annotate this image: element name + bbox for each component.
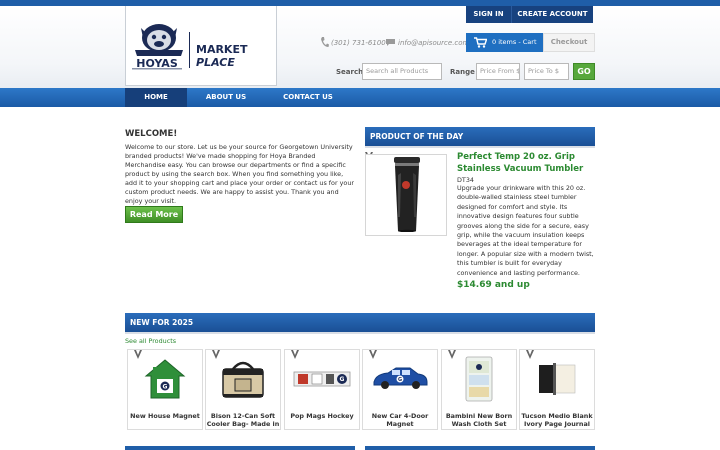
product-title: Bison 12-Can Soft Cooler Bag- Made in <box>206 412 280 429</box>
read-more-button[interactable]: Read More <box>125 206 183 223</box>
phone-icon <box>321 37 329 47</box>
shopping-cart-icon <box>474 37 487 48</box>
product-thumbnail: G <box>128 350 202 408</box>
product-card[interactable]: G New House Magnet <box>127 349 203 430</box>
account-bar: SIGN IN CREATE ACCOUNT <box>466 6 593 23</box>
email-address[interactable]: info@apisource.com <box>398 39 469 47</box>
next-section-bar <box>125 446 355 450</box>
product-card[interactable]: Bambini New Born Wash Cloth Set <box>441 349 517 430</box>
price-to-input[interactable]: Price To $ <box>524 63 569 80</box>
see-all-products-link[interactable]: See all Products <box>125 337 176 345</box>
product-name[interactable]: Perfect Temp 20 oz. Grip Stainless Vacuu… <box>457 151 595 175</box>
product-thumbnail <box>520 350 594 408</box>
product-sku: DT34 <box>457 176 474 184</box>
create-account-link[interactable]: CREATE ACCOUNT <box>512 6 593 23</box>
product-thumbnail <box>206 350 280 408</box>
search-label: Search <box>336 68 364 76</box>
product-thumbnail: G <box>363 350 437 408</box>
product-title: New Car 4-Door Magnet <box>371 412 429 429</box>
product-thumbnail <box>442 350 516 408</box>
marketplace-line1: MARKET <box>196 43 248 56</box>
go-button[interactable]: GO <box>573 63 595 80</box>
tumbler-image[interactable] <box>392 157 422 232</box>
product-card[interactable]: G New Car 4-Door Magnet <box>362 349 438 430</box>
product-title: New House Magnet <box>130 412 200 420</box>
bulldog-mascot-icon: HOYAS <box>132 24 183 70</box>
search-input[interactable]: Search all Products <box>362 63 442 80</box>
product-card[interactable]: Bison 12-Can Soft Cooler Bag- Made in <box>205 349 281 430</box>
main-nav: HOME ABOUT US CONTACT US <box>0 88 720 107</box>
product-card[interactable]: Tucson Medio Blank Ivory Page Journal <box>519 349 595 430</box>
nav-contact-us[interactable]: CONTACT US <box>265 88 351 107</box>
new-products-heading: NEW FOR 2025 <box>125 313 595 332</box>
product-description: Upgrade your drinkware with this 20 oz. … <box>457 184 594 277</box>
cart-label: 0 items - Cart <box>492 38 537 46</box>
svg-text:G: G <box>163 384 168 391</box>
product-title: Bambini New Born Wash Cloth Set <box>445 412 513 429</box>
section-divider <box>125 332 595 334</box>
next-section-bar <box>365 446 595 450</box>
product-title: Tucson Medio Blank Ivory Page Journal <box>521 412 593 429</box>
chat-icon <box>386 39 395 46</box>
welcome-heading: WELCOME! <box>125 129 178 139</box>
site-logo[interactable]: HOYAS MARKET PLACE <box>125 6 277 86</box>
product-of-the-day-heading: PRODUCT OF THE DAY <box>365 127 595 146</box>
phone-number: (301) 731-6100 <box>331 39 386 47</box>
nav-home[interactable]: HOME <box>125 88 187 107</box>
product-card[interactable]: G Pop Mags Hockey <box>284 349 360 430</box>
svg-text:G: G <box>398 377 402 383</box>
sign-in-link[interactable]: SIGN IN <box>466 6 512 23</box>
nav-about-us[interactable]: ABOUT US <box>187 88 265 107</box>
price-from-input[interactable]: Price From $ <box>476 63 520 80</box>
logo-divider <box>189 32 190 68</box>
range-label: Range <box>450 68 475 76</box>
marketplace-wordmark: MARKET PLACE <box>196 43 276 69</box>
product-thumbnail: G <box>285 350 359 408</box>
svg-text:G: G <box>340 376 345 383</box>
checkout-button[interactable]: Checkout <box>543 33 595 52</box>
section-divider <box>365 146 595 148</box>
product-price: $14.69 and up <box>457 280 530 290</box>
welcome-text: Welcome to our store. Let us be your sou… <box>125 143 354 205</box>
product-title: Pop Mags Hockey <box>290 412 354 420</box>
cart-button[interactable]: 0 items - Cart <box>466 33 543 52</box>
marketplace-line2: PLACE <box>196 56 235 69</box>
